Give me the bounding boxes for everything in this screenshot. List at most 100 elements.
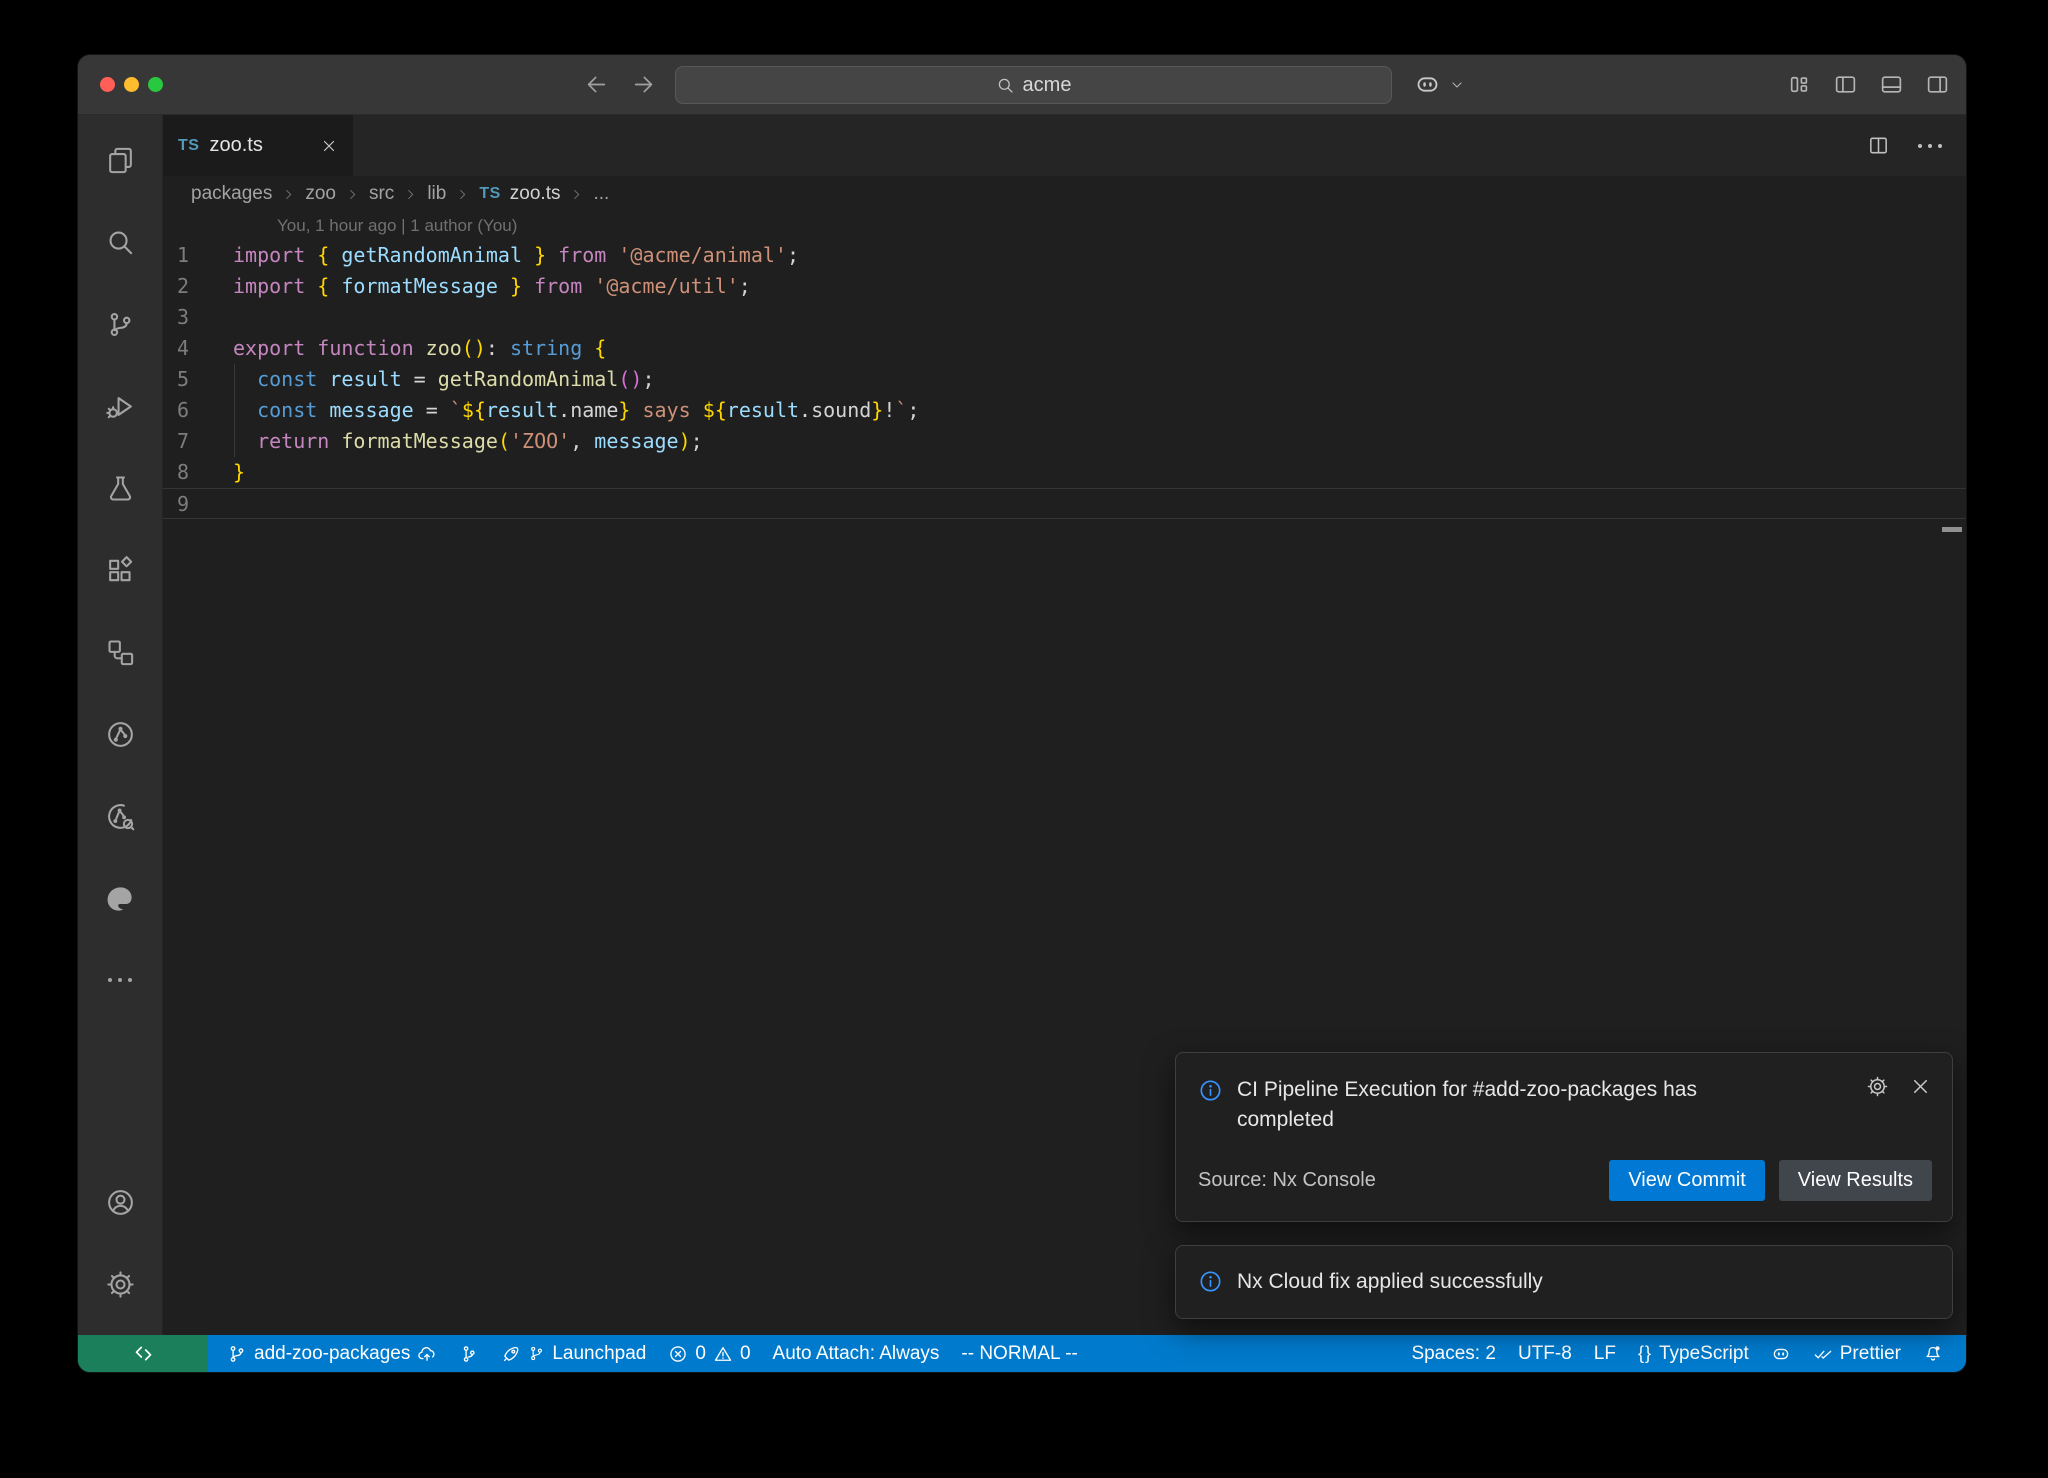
sidebar-item-source-control[interactable]: [78, 283, 162, 365]
code-line[interactable]: 2import { formatMessage } from '@acme/ut…: [163, 271, 1966, 302]
notification-message: CI Pipeline Execution for #add-zoo-packa…: [1237, 1075, 1792, 1136]
more-actions-icon[interactable]: [1918, 144, 1942, 148]
status-right: Spaces: 2 UTF-8 LF {} TypeScript Prettie…: [1400, 1335, 1954, 1372]
chevron-right-icon: [403, 187, 418, 202]
chevron-right-icon: [455, 187, 470, 202]
sidebar-item-extensions[interactable]: [78, 529, 162, 611]
zoom-window-button[interactable]: [148, 77, 163, 92]
view-results-button[interactable]: View Results: [1779, 1160, 1932, 1201]
sidebar-item-edge-browser[interactable]: [78, 857, 162, 939]
braces-icon: {}: [1638, 1343, 1652, 1364]
circle-branch-icon: [105, 719, 136, 750]
launchpad-item[interactable]: Launchpad: [490, 1335, 657, 1372]
language-item[interactable]: {} TypeScript: [1627, 1335, 1760, 1372]
breadcrumb-item[interactable]: packages: [191, 183, 272, 205]
code-text: return formatMessage('ZOO', message);: [233, 426, 1966, 457]
indentation-label: Spaces: 2: [1411, 1343, 1496, 1365]
toggle-secondary-sidebar-icon[interactable]: [1925, 72, 1950, 97]
code-text: [233, 489, 1966, 518]
sidebar-item-git-inspect[interactable]: [78, 775, 162, 857]
copilot-icon: [1771, 1344, 1791, 1364]
notification-center: CI Pipeline Execution for #add-zoo-packa…: [1175, 1052, 1953, 1319]
info-icon: [1198, 1269, 1223, 1294]
line-number: 3: [163, 302, 233, 333]
line-number: 4: [163, 333, 233, 364]
close-notification-icon[interactable]: [1909, 1075, 1932, 1098]
copilot-icon: [1414, 71, 1441, 98]
indentation-item[interactable]: Spaces: 2: [1400, 1335, 1507, 1372]
sidebar-item-references[interactable]: [78, 611, 162, 693]
breadcrumb-item[interactable]: zoo: [305, 183, 336, 205]
sidebar-item-explorer[interactable]: [78, 119, 162, 201]
formatter-item[interactable]: Prettier: [1802, 1335, 1912, 1372]
gitlens-blame: You, 1 hour ago | 1 author (You): [277, 212, 1966, 240]
toggle-sidebar-icon[interactable]: [1833, 72, 1858, 97]
overview-ruler-mark: [1942, 527, 1962, 532]
line-number: 8: [163, 457, 233, 488]
minimize-window-button[interactable]: [124, 77, 139, 92]
eol-label: LF: [1594, 1343, 1616, 1365]
sidebar-item-run-debug[interactable]: [78, 365, 162, 447]
line-number: 7: [163, 426, 233, 457]
window-controls: [100, 55, 163, 114]
close-tab-icon[interactable]: [320, 137, 338, 155]
commit-graph-item[interactable]: [448, 1335, 490, 1372]
source-control-icon: [105, 309, 136, 340]
account-icon: [105, 1187, 136, 1218]
edge-browser-icon: [105, 883, 136, 914]
code-line[interactable]: 9: [163, 488, 1966, 519]
encoding-item[interactable]: UTF-8: [1507, 1335, 1583, 1372]
code-line[interactable]: 6 const message = `${result.name} says $…: [163, 395, 1966, 426]
forward-icon[interactable]: [631, 72, 656, 97]
history-nav: [584, 55, 656, 114]
accounts-button[interactable]: [78, 1161, 162, 1243]
sidebar-item-testing[interactable]: [78, 447, 162, 529]
mini-branch-icon: [528, 1345, 545, 1362]
chevron-right-icon: [281, 187, 296, 202]
remote-indicator[interactable]: [78, 1335, 208, 1372]
circle-branch-search-icon: [105, 801, 136, 832]
notification-message: Nx Cloud fix applied successfully: [1237, 1267, 1543, 1297]
auto-attach-item[interactable]: Auto Attach: Always: [762, 1335, 951, 1372]
tab-zoo-ts[interactable]: TS zoo.ts: [163, 115, 353, 176]
activity-bar: [78, 115, 163, 1335]
code-text: }: [233, 457, 1966, 488]
copilot-status-item[interactable]: [1760, 1335, 1802, 1372]
code-line[interactable]: 7 return formatMessage('ZOO', message);: [163, 426, 1966, 457]
breadcrumb-file[interactable]: zoo.ts: [510, 183, 561, 205]
sidebar-item-search[interactable]: [78, 201, 162, 283]
vim-mode-item[interactable]: -- NORMAL --: [950, 1335, 1088, 1372]
code-line[interactable]: 4export function zoo(): string {: [163, 333, 1966, 364]
code-line[interactable]: 5 const result = getRandomAnimal();: [163, 364, 1966, 395]
toggle-panel-icon[interactable]: [1879, 72, 1904, 97]
linked-squares-icon: [105, 637, 136, 668]
copilot-menu[interactable]: [1414, 55, 1465, 114]
settings-button[interactable]: [78, 1243, 162, 1325]
problems-item[interactable]: 0 0: [657, 1335, 761, 1372]
auto-attach-label: Auto Attach: Always: [773, 1343, 940, 1365]
sidebar-item-more[interactable]: [78, 939, 162, 1021]
git-branch-item[interactable]: add-zoo-packages: [216, 1335, 448, 1372]
command-center-search[interactable]: acme: [675, 66, 1392, 104]
split-editor-icon[interactable]: [1867, 134, 1890, 157]
sidebar-item-pull-requests[interactable]: [78, 693, 162, 775]
error-count: 0: [695, 1343, 706, 1365]
code-line[interactable]: 8}: [163, 457, 1966, 488]
launchpad-label: Launchpad: [552, 1343, 646, 1365]
code-line[interactable]: 3: [163, 302, 1966, 333]
breadcrumb-item[interactable]: src: [369, 183, 394, 205]
warning-icon: [713, 1344, 733, 1364]
notifications-bell-item[interactable]: [1912, 1335, 1954, 1372]
breadcrumb-item[interactable]: lib: [427, 183, 446, 205]
files-icon: [105, 145, 136, 176]
view-commit-button[interactable]: View Commit: [1609, 1160, 1764, 1201]
search-query: acme: [1023, 74, 1072, 97]
back-icon[interactable]: [584, 72, 609, 97]
code-line[interactable]: 1import { getRandomAnimal } from '@acme/…: [163, 240, 1966, 271]
double-check-icon: [1813, 1344, 1833, 1364]
close-window-button[interactable]: [100, 77, 115, 92]
breadcrumb-more[interactable]: ...: [593, 183, 609, 205]
customize-layout-icon[interactable]: [1787, 72, 1812, 97]
eol-item[interactable]: LF: [1583, 1335, 1627, 1372]
notification-settings-gear-icon[interactable]: [1866, 1075, 1889, 1098]
